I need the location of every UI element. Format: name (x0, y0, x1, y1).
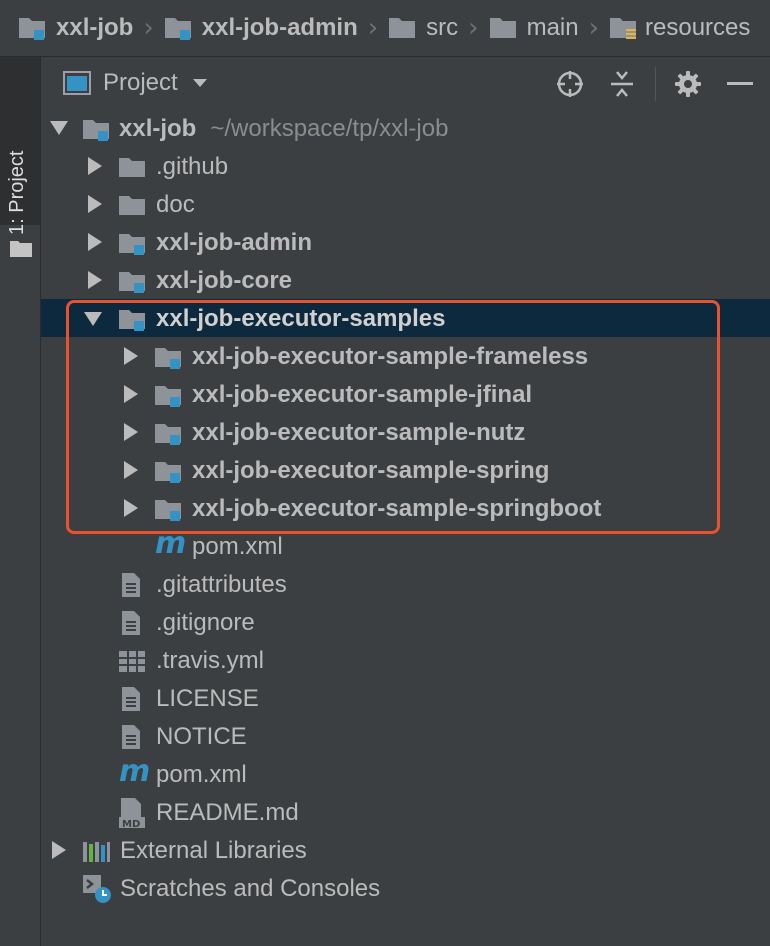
chevron-right-icon: › (143, 13, 154, 43)
crosshair-icon (557, 71, 583, 97)
breadcrumb: xxl-job › xxl-job-admin › src › main › r… (0, 0, 770, 57)
hide-button[interactable] (725, 69, 755, 99)
tree-row-readme[interactable]: MD README.md (41, 793, 770, 831)
tree-label: xxl-job-admin (156, 229, 313, 256)
folder-icon (119, 196, 145, 215)
breadcrumb-item-src[interactable]: src (388, 14, 458, 42)
module-folder-icon (19, 18, 45, 40)
collapsed-arrow-icon[interactable] (85, 194, 105, 214)
collapse-all-icon (611, 71, 633, 97)
project-toolbar: Project (41, 57, 770, 109)
tree-row-travis[interactable]: .travis.yml (41, 641, 770, 679)
collapse-all-button[interactable] (607, 69, 637, 99)
collapsed-arrow-icon[interactable] (85, 156, 105, 176)
yaml-file-icon (119, 651, 145, 672)
breadcrumb-label: main (526, 14, 579, 41)
toolbar-divider (655, 67, 656, 101)
tree-row-pom[interactable]: m pom.xml (41, 754, 770, 793)
scratches-icon (83, 875, 111, 903)
libraries-icon (83, 842, 110, 862)
tab-project[interactable]: 1: Project (0, 57, 40, 257)
project-name: xxl-job (119, 115, 197, 142)
tree-row-gitignore[interactable]: .gitignore (41, 603, 770, 641)
tree-label: LICENSE (156, 685, 259, 712)
highlight-box (66, 300, 720, 534)
breadcrumb-label: resources (645, 14, 751, 41)
breadcrumb-label: src (426, 14, 459, 41)
view-selector-label[interactable]: Project (103, 69, 178, 97)
module-folder-icon (164, 18, 191, 40)
gear-icon (675, 71, 701, 97)
tree-row-scratches[interactable]: Scratches and Consoles (41, 869, 770, 907)
tree-label: .travis.yml (156, 647, 264, 674)
tree-label: External Libraries (120, 837, 307, 864)
text-file-icon (122, 725, 140, 749)
folder-icon (119, 158, 145, 177)
tree-label: pom.xml (192, 533, 283, 560)
tree-label: doc (156, 191, 195, 218)
folder-icon (10, 241, 32, 257)
chevron-right-icon: › (588, 13, 600, 43)
text-file-icon (122, 687, 140, 711)
tree-row-xxl-job-core[interactable]: xxl-job-core (41, 261, 770, 299)
breadcrumb-item-resources[interactable]: resources (609, 14, 750, 42)
tree-row-github[interactable]: .github (41, 147, 770, 185)
tree-label: Scratches and Consoles (120, 875, 381, 902)
folder-icon (389, 18, 416, 38)
tree-label: README.md (156, 799, 299, 826)
tree-label: .github (156, 153, 229, 180)
collapsed-arrow-icon[interactable] (49, 840, 69, 860)
project-panel: Project xxl-job ~/workspace/tp/xxl-job .g… (41, 57, 770, 946)
tree-label: xxl-job-core (156, 267, 293, 294)
chevron-down-icon[interactable] (192, 78, 208, 88)
folder-icon (489, 18, 516, 38)
module-folder-icon (119, 272, 145, 293)
expanded-arrow-icon[interactable] (49, 118, 69, 138)
tree-label: .gitattributes (156, 571, 287, 598)
settings-button[interactable] (673, 69, 703, 99)
tree-label: NOTICE (156, 723, 247, 750)
tree-row-gitattributes[interactable]: .gitattributes (41, 565, 770, 603)
tree-label: .gitignore (156, 609, 255, 636)
tree-row-external-libraries[interactable]: External Libraries (41, 831, 770, 869)
text-file-icon (122, 573, 140, 597)
breadcrumb-item-xxl-job[interactable]: xxl-job (18, 14, 133, 42)
tree-row-license[interactable]: LICENSE (41, 679, 770, 717)
maven-icon: m (119, 754, 151, 789)
locate-button[interactable] (555, 69, 585, 99)
tree-row-notice[interactable]: NOTICE (41, 717, 770, 755)
breadcrumb-item-main[interactable]: main (489, 14, 579, 42)
resources-folder-icon (610, 18, 637, 39)
project-view-icon (63, 71, 91, 95)
module-folder-icon (83, 120, 109, 141)
tree-row-xxl-job-admin[interactable]: xxl-job-admin (41, 223, 770, 261)
collapsed-arrow-icon[interactable] (85, 232, 105, 252)
tab-project-label: 1: Project (6, 150, 28, 235)
markdown-file-icon: MD (119, 798, 145, 829)
breadcrumb-item-xxl-job-admin[interactable]: xxl-job-admin (164, 14, 358, 42)
module-folder-icon (119, 234, 145, 255)
chevron-right-icon: › (468, 13, 479, 43)
tree-row-xxl-job[interactable]: xxl-job ~/workspace/tp/xxl-job (41, 109, 770, 147)
text-file-icon (122, 611, 140, 635)
breadcrumb-label: xxl-job (56, 14, 134, 41)
project-path: ~/workspace/tp/xxl-job (210, 115, 449, 142)
svg-text:MD: MD (122, 819, 140, 829)
tree-label: xxl-job ~/workspace/tp/xxl-job (119, 115, 448, 143)
breadcrumb-label: xxl-job-admin (201, 14, 358, 41)
tree-label: pom.xml (156, 761, 247, 788)
chevron-right-icon: › (367, 13, 379, 43)
collapsed-arrow-icon[interactable] (85, 270, 105, 290)
tree-row-doc[interactable]: doc (41, 185, 770, 223)
minimize-icon (727, 82, 753, 85)
